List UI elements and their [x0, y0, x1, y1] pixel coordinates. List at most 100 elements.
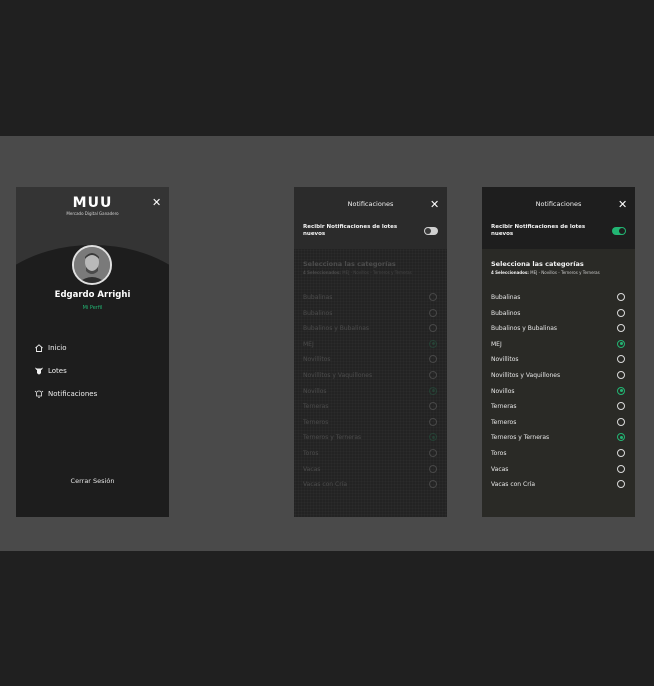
category-option[interactable]: Terneros y Terneras — [294, 431, 447, 447]
header: Notificaciones ✕ — [294, 187, 447, 220]
category-option[interactable]: Bubalinos — [294, 307, 447, 323]
category-label: Vacas — [303, 465, 321, 473]
close-icon[interactable]: ✕ — [152, 197, 161, 208]
radio-button[interactable] — [429, 480, 437, 489]
category-label: MEJ — [491, 340, 502, 348]
category-option[interactable]: Novillitos y Vaquillones — [294, 369, 447, 385]
logo-tagline: Mercado Digital Ganadero — [66, 211, 119, 216]
category-label: Novillitos y Vaquillones — [303, 371, 373, 379]
radio-button[interactable] — [429, 339, 437, 348]
toggle-row: Recibir Notificaciones de lotes nuevos — [294, 220, 447, 249]
radio-button[interactable] — [429, 370, 437, 379]
category-option[interactable]: Bubalinos — [482, 307, 635, 323]
notifications-toggle[interactable] — [612, 227, 626, 235]
logo-wordmark: MUU — [72, 195, 113, 211]
category-option[interactable]: Vacas con Cría — [294, 478, 447, 494]
radio-button[interactable] — [429, 308, 437, 317]
category-label: Bubalinos — [303, 309, 333, 317]
radio-button[interactable] — [617, 480, 625, 489]
category-option[interactable]: Bubalinas — [294, 291, 447, 307]
category-label: Terneros y Terneras — [303, 434, 362, 442]
radio-button[interactable] — [617, 339, 625, 348]
category-option[interactable]: MEJ — [482, 338, 635, 354]
nav-item-lotes[interactable]: Lotes — [34, 366, 67, 376]
selection-summary: 4 Seleccionados: MEJ - Novillos - Terner… — [491, 270, 600, 275]
nav-label: Notificaciones — [48, 390, 98, 398]
category-option[interactable]: Bubalinos y Bubalinas — [294, 322, 447, 338]
radio-button[interactable] — [429, 464, 437, 473]
category-option[interactable]: Terneras — [482, 400, 635, 416]
category-option[interactable]: Terneros y Terneras — [482, 431, 635, 447]
category-label: Novillitos — [303, 356, 331, 364]
notifications-toggle[interactable] — [424, 227, 438, 235]
nav-label: Inicio — [48, 344, 67, 352]
logout-button[interactable]: Cerrar Sesión — [16, 477, 169, 485]
category-label: MEJ — [303, 340, 314, 348]
radio-button[interactable] — [617, 293, 625, 301]
category-option[interactable]: Bubalinas — [482, 291, 635, 307]
radio-button[interactable] — [429, 417, 437, 426]
category-option[interactable]: Novillitos y Vaquillones — [482, 369, 635, 385]
category-label: Toros — [303, 449, 319, 457]
radio-button[interactable] — [617, 448, 625, 457]
category-option[interactable]: Toros — [294, 447, 447, 463]
close-icon[interactable]: ✕ — [618, 199, 627, 210]
header: Notificaciones ✕ — [482, 187, 635, 220]
profile-link[interactable]: Mi Perfil — [16, 305, 169, 311]
nav-item-notificaciones[interactable]: Notificaciones — [34, 389, 97, 399]
bell-icon — [34, 389, 44, 399]
category-label: Bubalinos y Bubalinas — [303, 325, 370, 333]
avatar[interactable] — [72, 245, 112, 285]
close-icon[interactable]: ✕ — [430, 199, 439, 210]
radio-button[interactable] — [617, 464, 625, 473]
category-list: Bubalinas Bubalinos Bubalinos y Bubalinas M… — [482, 291, 635, 494]
category-option[interactable]: Vacas con Cría — [482, 478, 635, 494]
category-label: Terneros — [491, 418, 517, 426]
category-label: Novillos — [303, 387, 327, 395]
category-label: Terneras — [303, 403, 329, 411]
radio-button[interactable] — [617, 370, 625, 379]
category-option[interactable]: Terneros — [294, 416, 447, 432]
radio-button[interactable] — [617, 417, 625, 426]
category-label: Bubalinos — [491, 309, 521, 317]
category-option[interactable]: Bubalinos y Bubalinas — [482, 322, 635, 338]
category-label: Bubalinas — [491, 294, 521, 301]
radio-button[interactable] — [429, 402, 437, 411]
category-option[interactable]: Novillitos — [482, 353, 635, 369]
category-label: Toros — [491, 449, 507, 457]
category-option[interactable]: Terneros — [482, 416, 635, 432]
nav-item-inicio[interactable]: Inicio — [34, 343, 67, 353]
category-label: Terneros — [303, 418, 329, 426]
muu-logo: MUU Mercado Digital Ganadero — [16, 195, 169, 216]
category-label: Vacas con Cría — [303, 481, 348, 489]
radio-button[interactable] — [617, 355, 625, 364]
section-title: Selecciona las categorías — [491, 260, 584, 268]
category-option[interactable]: Novillos — [482, 385, 635, 401]
radio-button[interactable] — [429, 386, 437, 395]
radio-button[interactable] — [429, 433, 437, 442]
radio-button[interactable] — [429, 355, 437, 364]
notifications-screen-disabled: Notificaciones ✕ Recibir Notificaciones … — [294, 187, 447, 517]
radio-button[interactable] — [429, 324, 437, 333]
category-option[interactable]: Novillitos — [294, 353, 447, 369]
toggle-knob — [425, 228, 431, 234]
category-label: Vacas — [491, 465, 509, 473]
category-option[interactable]: Toros — [482, 447, 635, 463]
radio-button[interactable] — [617, 402, 625, 411]
category-option[interactable]: Novillos — [294, 385, 447, 401]
category-option[interactable]: Vacas — [482, 463, 635, 479]
user-name: Edgardo Arrighi — [54, 290, 131, 300]
radio-button[interactable] — [617, 433, 625, 442]
radio-button[interactable] — [617, 308, 625, 317]
page-title: Notificaciones — [535, 200, 582, 208]
radio-button[interactable] — [617, 324, 625, 333]
radio-button[interactable] — [617, 386, 625, 395]
home-icon — [34, 343, 44, 353]
category-option[interactable]: MEJ — [294, 338, 447, 354]
radio-button[interactable] — [429, 448, 437, 457]
category-list: Bubalinas Bubalinos Bubalinos y Bubalinas M… — [294, 291, 447, 494]
radio-button[interactable] — [429, 293, 437, 301]
category-option[interactable]: Terneras — [294, 400, 447, 416]
category-option[interactable]: Vacas — [294, 463, 447, 479]
nav-label: Lotes — [48, 367, 67, 375]
